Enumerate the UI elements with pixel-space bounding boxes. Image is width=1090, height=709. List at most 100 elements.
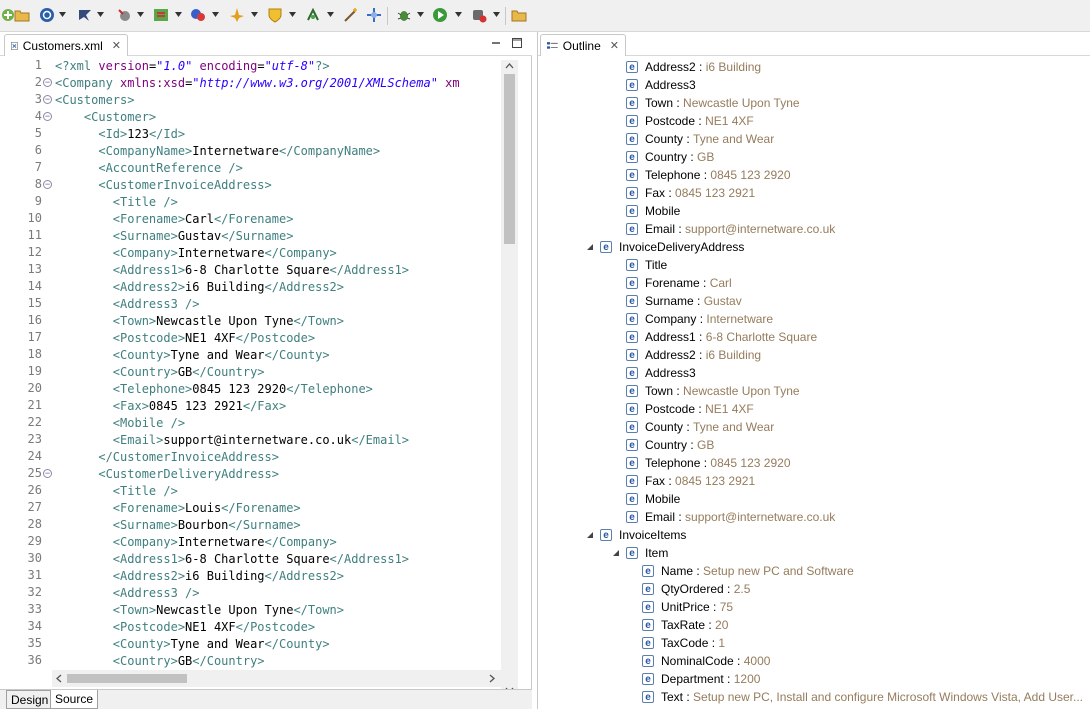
outline-node-name: Department (661, 672, 724, 686)
schema-icon[interactable] (305, 7, 321, 23)
outline-node[interactable]: e Mobile (626, 202, 680, 220)
maximize-icon[interactable] (510, 36, 524, 50)
outline-node[interactable]: e Telephone : 0845 123 2920 (626, 166, 791, 184)
outline-node[interactable]: e Town : Newcastle Upon Tyne (626, 382, 800, 400)
outline-node[interactable]: e Fax : 0845 123 2921 (626, 472, 755, 490)
fold-toggle-icon[interactable]: − (43, 78, 52, 87)
outline-node[interactable]: e Email : support@internetware.co.uk (626, 220, 835, 238)
outline-node[interactable]: e Department : 1200 (642, 670, 760, 688)
outline-node[interactable]: e Country : GB (626, 436, 714, 454)
globe-dropdown-icon[interactable] (59, 12, 66, 17)
tab-customers-xml[interactable]: Customers.xml ✕ (4, 34, 128, 56)
outline-node[interactable]: e Address3 (626, 364, 696, 382)
outline-separator: : (695, 330, 706, 344)
outline-node-expandable[interactable]: e InvoiceDeliveryAddress (586, 238, 744, 256)
shield-icon[interactable] (267, 7, 283, 23)
transform-dropdown-icon[interactable] (251, 12, 258, 17)
globe-icon[interactable] (39, 7, 55, 23)
outline-node[interactable]: e Forename : Carl (626, 274, 732, 292)
hammer-icon[interactable] (116, 7, 132, 23)
magic-wand-icon[interactable] (343, 7, 359, 23)
outline-node[interactable]: e Surname : Gustav (626, 292, 742, 310)
outline-node[interactable]: e TaxCode : 1 (642, 634, 725, 652)
line-number: 17 (27, 330, 42, 344)
outline-node[interactable]: e County : Tyne and Wear (626, 130, 774, 148)
tab-source[interactable]: Source (50, 690, 99, 709)
close-icon[interactable]: ✕ (112, 39, 121, 52)
outline-node-name: Mobile (645, 492, 681, 506)
outline-separator: : (665, 186, 676, 200)
line-number: 23 (27, 432, 42, 446)
schema-dropdown-icon[interactable] (327, 12, 334, 17)
element-icon: e (642, 691, 654, 703)
run-config-dropdown-icon[interactable] (97, 12, 104, 17)
mapping-icon[interactable] (153, 7, 169, 23)
outline-node[interactable]: e Telephone : 0845 123 2920 (626, 454, 791, 472)
hammer-dropdown-icon[interactable] (137, 12, 144, 17)
fold-toggle-icon[interactable]: − (43, 112, 52, 121)
fold-toggle-icon[interactable]: − (43, 180, 52, 189)
outline-node-expandable[interactable]: e Item (612, 544, 668, 562)
scroll-left-icon[interactable] (55, 674, 63, 683)
outline-node[interactable]: e TaxRate : 20 (642, 616, 728, 634)
expanded-triangle-icon[interactable] (586, 243, 594, 251)
outline-node[interactable]: e Postcode : NE1 4XF (626, 400, 754, 418)
outline-node[interactable]: e Fax : 0845 123 2921 (626, 184, 755, 202)
outline-node[interactable]: e County : Tyne and Wear (626, 418, 774, 436)
fold-toggle-icon[interactable]: − (43, 469, 52, 478)
open-file-icon[interactable] (511, 7, 527, 23)
debug-dropdown-icon[interactable] (417, 12, 424, 17)
horizontal-scroll-thumb[interactable] (67, 674, 187, 683)
outline-node[interactable]: e Text : Setup new PC, Install and config… (642, 688, 1083, 706)
code-line: <Address1>6-8 Charlotte Square</Address1… (112, 552, 410, 566)
open-folder-icon[interactable] (14, 7, 30, 23)
horizontal-scrollbar[interactable] (52, 670, 501, 687)
record-icon[interactable] (471, 7, 487, 23)
outline-node[interactable]: e Address1 : 6-8 Charlotte Square (626, 328, 817, 346)
run-icon[interactable] (432, 7, 448, 23)
outline-node[interactable]: e NominalCode : 4000 (642, 652, 770, 670)
fold-toggle-icon[interactable]: − (43, 95, 52, 104)
mapping-dropdown-icon[interactable] (175, 12, 182, 17)
outline-node-name: Title (645, 258, 668, 272)
run-config-icon[interactable] (77, 7, 93, 23)
vertical-scrollbar[interactable] (501, 60, 518, 696)
outline-node[interactable]: e Name : Setup new PC and Software (642, 562, 854, 580)
scroll-right-icon[interactable] (488, 674, 496, 683)
outline-node[interactable]: e Mobile (626, 490, 680, 508)
shield-dropdown-icon[interactable] (289, 12, 296, 17)
outline-node[interactable]: e Postcode : NE1 4XF (626, 112, 754, 130)
outline-node[interactable]: e Email : support@internetware.co.uk (626, 508, 835, 526)
outline-node[interactable]: e QtyOrdered : 2.5 (642, 580, 750, 598)
transform-icon[interactable] (229, 7, 245, 23)
record-dropdown-icon[interactable] (493, 12, 500, 17)
element-icon: e (626, 169, 638, 181)
run-dropdown-icon[interactable] (455, 12, 462, 17)
scroll-up-icon[interactable] (505, 62, 514, 70)
outline-node[interactable]: e UnitPrice : 75 (642, 598, 733, 616)
debug-target-icon[interactable] (366, 7, 382, 23)
line-number: 30 (27, 551, 42, 565)
tab-outline[interactable]: Outline ✕ (540, 34, 626, 56)
outline-node[interactable]: e Address2 : i6 Building (626, 58, 761, 76)
tab-design[interactable]: Design (6, 690, 54, 709)
outline-node[interactable]: e Title (626, 256, 667, 274)
code-area[interactable]: 1 2−3−4−5 6 7 8−9 10 11 12 13 14 15 16 17 18 19 20 21 22 2… (0, 58, 532, 704)
outline-node[interactable]: e Country : GB (626, 148, 714, 166)
expanded-triangle-icon[interactable] (586, 531, 594, 539)
outline-node-name: Address2 (645, 60, 696, 74)
outline-node[interactable]: e Company : Internetware (626, 310, 773, 328)
close-icon[interactable]: ✕ (610, 39, 619, 52)
outline-node[interactable]: e Town : Newcastle Upon Tyne (626, 94, 800, 112)
outline-node[interactable]: e Address3 (626, 76, 696, 94)
palette-dropdown-icon[interactable] (212, 12, 219, 17)
outline-node[interactable]: e Address2 : i6 Building (626, 346, 761, 364)
outline-separator: : (700, 168, 711, 182)
minimize-icon[interactable] (489, 36, 503, 50)
vertical-scroll-thumb[interactable] (504, 74, 515, 244)
bug-icon[interactable] (396, 7, 412, 23)
element-icon: e (626, 421, 638, 433)
expanded-triangle-icon[interactable] (612, 549, 620, 557)
outline-node-expandable[interactable]: e InvoiceItems (586, 526, 686, 544)
color-palette-icon[interactable] (190, 7, 206, 23)
